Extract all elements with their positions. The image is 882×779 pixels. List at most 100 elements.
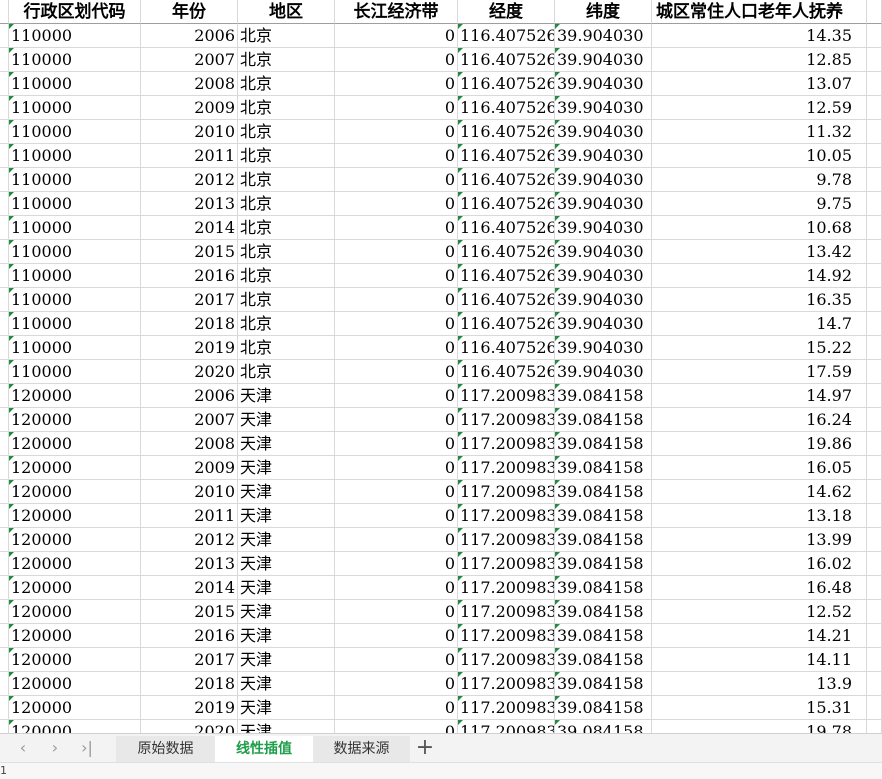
yangtze-belt-cell[interactable]: 0 [335, 48, 458, 72]
elderly-dependency-cell[interactable]: 14.35 [652, 24, 867, 48]
admin-code-cell[interactable]: 110000 [9, 360, 141, 384]
longitude-cell[interactable]: 117.200983 [458, 624, 555, 648]
admin-code-cell[interactable]: 120000 [9, 672, 141, 696]
yangtze-belt-cell[interactable]: 0 [335, 576, 458, 600]
empty-cell[interactable] [867, 240, 882, 264]
year-cell[interactable]: 2008 [141, 72, 238, 96]
chevron-left-icon[interactable]: ‹ [12, 737, 34, 759]
elderly-dependency-cell[interactable]: 16.48 [652, 576, 867, 600]
admin-code-cell[interactable]: 110000 [9, 120, 141, 144]
admin-code-cell[interactable]: 120000 [9, 384, 141, 408]
longitude-cell[interactable]: 117.200983 [458, 600, 555, 624]
elderly-dependency-cell[interactable]: 16.02 [652, 552, 867, 576]
elderly-dependency-cell[interactable]: 13.9 [652, 672, 867, 696]
tab-original-data[interactable]: 原始数据 [116, 736, 215, 762]
region-cell[interactable]: 天津 [238, 600, 335, 624]
elderly-dependency-cell[interactable]: 13.42 [652, 240, 867, 264]
admin-code-cell[interactable]: 110000 [9, 264, 141, 288]
yangtze-belt-cell[interactable]: 0 [335, 192, 458, 216]
longitude-cell[interactable]: 116.407526 [458, 168, 555, 192]
tab-data-source[interactable]: 数据来源 [313, 736, 410, 762]
yangtze-belt-cell[interactable]: 0 [335, 456, 458, 480]
year-cell[interactable]: 2011 [141, 504, 238, 528]
year-cell[interactable]: 2010 [141, 120, 238, 144]
elderly-dependency-cell[interactable]: 17.59 [652, 360, 867, 384]
longitude-cell[interactable]: 117.200983 [458, 384, 555, 408]
year-cell[interactable]: 2016 [141, 624, 238, 648]
latitude-cell[interactable]: 39.084158 [555, 720, 652, 733]
region-cell[interactable]: 天津 [238, 384, 335, 408]
yangtze-belt-cell[interactable]: 0 [335, 696, 458, 720]
plus-icon[interactable]: + [414, 735, 436, 761]
elderly-dependency-cell[interactable]: 11.32 [652, 120, 867, 144]
empty-cell[interactable] [867, 432, 882, 456]
region-cell[interactable]: 北京 [238, 264, 335, 288]
year-cell[interactable]: 2020 [141, 720, 238, 733]
year-cell[interactable]: 2009 [141, 456, 238, 480]
longitude-cell[interactable]: 116.407526 [458, 312, 555, 336]
region-cell[interactable]: 北京 [238, 24, 335, 48]
empty-cell[interactable] [867, 552, 882, 576]
empty-cell[interactable] [867, 720, 882, 733]
empty-cell[interactable] [867, 336, 882, 360]
admin-code-cell[interactable]: 120000 [9, 480, 141, 504]
yangtze-belt-cell[interactable]: 0 [335, 168, 458, 192]
yangtze-belt-cell[interactable]: 0 [335, 504, 458, 528]
yangtze-belt-cell[interactable]: 0 [335, 672, 458, 696]
empty-cell[interactable] [867, 384, 882, 408]
empty-cell[interactable] [867, 600, 882, 624]
yangtze-belt-cell[interactable]: 0 [335, 240, 458, 264]
yangtze-belt-cell[interactable]: 0 [335, 360, 458, 384]
latitude-cell[interactable]: 39.084158 [555, 480, 652, 504]
latitude-cell[interactable]: 39.084158 [555, 504, 652, 528]
latitude-cell[interactable]: 39.904030 [555, 168, 652, 192]
empty-cell[interactable] [867, 312, 882, 336]
longitude-cell[interactable]: 116.407526 [458, 120, 555, 144]
region-cell[interactable]: 北京 [238, 288, 335, 312]
admin-code-cell[interactable]: 120000 [9, 408, 141, 432]
region-cell[interactable]: 北京 [238, 312, 335, 336]
yangtze-belt-cell[interactable]: 0 [335, 144, 458, 168]
region-cell[interactable]: 天津 [238, 528, 335, 552]
longitude-cell[interactable]: 116.407526 [458, 240, 555, 264]
elderly-dependency-cell[interactable]: 12.59 [652, 96, 867, 120]
latitude-cell[interactable]: 39.904030 [555, 288, 652, 312]
admin-code-cell[interactable]: 120000 [9, 432, 141, 456]
empty-cell[interactable] [867, 144, 882, 168]
year-cell[interactable]: 2014 [141, 216, 238, 240]
longitude-cell[interactable]: 117.200983 [458, 480, 555, 504]
region-cell[interactable]: 北京 [238, 336, 335, 360]
yangtze-belt-cell[interactable]: 0 [335, 480, 458, 504]
admin-code-cell[interactable]: 120000 [9, 552, 141, 576]
latitude-cell[interactable]: 39.904030 [555, 264, 652, 288]
elderly-dependency-cell[interactable]: 14.92 [652, 264, 867, 288]
elderly-dependency-cell[interactable]: 13.18 [652, 504, 867, 528]
year-cell[interactable]: 2007 [141, 408, 238, 432]
longitude-cell[interactable]: 117.200983 [458, 576, 555, 600]
admin-code-cell[interactable]: 120000 [9, 648, 141, 672]
latitude-cell[interactable]: 39.084158 [555, 624, 652, 648]
elderly-dependency-cell[interactable]: 14.11 [652, 648, 867, 672]
latitude-cell[interactable]: 39.084158 [555, 384, 652, 408]
region-cell[interactable]: 天津 [238, 576, 335, 600]
elderly-dependency-cell[interactable]: 10.05 [652, 144, 867, 168]
latitude-cell[interactable]: 39.904030 [555, 240, 652, 264]
elderly-dependency-cell[interactable]: 12.52 [652, 600, 867, 624]
latitude-cell[interactable]: 39.904030 [555, 48, 652, 72]
empty-cell[interactable] [867, 408, 882, 432]
elderly-dependency-cell[interactable]: 9.78 [652, 168, 867, 192]
elderly-dependency-cell[interactable]: 15.31 [652, 696, 867, 720]
region-cell[interactable]: 天津 [238, 624, 335, 648]
longitude-cell[interactable]: 116.407526 [458, 360, 555, 384]
year-cell[interactable]: 2011 [141, 144, 238, 168]
admin-code-cell[interactable]: 120000 [9, 576, 141, 600]
admin-code-cell[interactable]: 110000 [9, 240, 141, 264]
last-sheet-icon[interactable]: ›| [76, 737, 98, 759]
year-cell[interactable]: 2019 [141, 696, 238, 720]
latitude-cell[interactable]: 39.084158 [555, 648, 652, 672]
region-cell[interactable]: 北京 [238, 96, 335, 120]
region-cell[interactable]: 北京 [238, 240, 335, 264]
admin-code-cell[interactable]: 120000 [9, 696, 141, 720]
region-cell[interactable]: 天津 [238, 456, 335, 480]
elderly-dependency-cell[interactable]: 13.99 [652, 528, 867, 552]
